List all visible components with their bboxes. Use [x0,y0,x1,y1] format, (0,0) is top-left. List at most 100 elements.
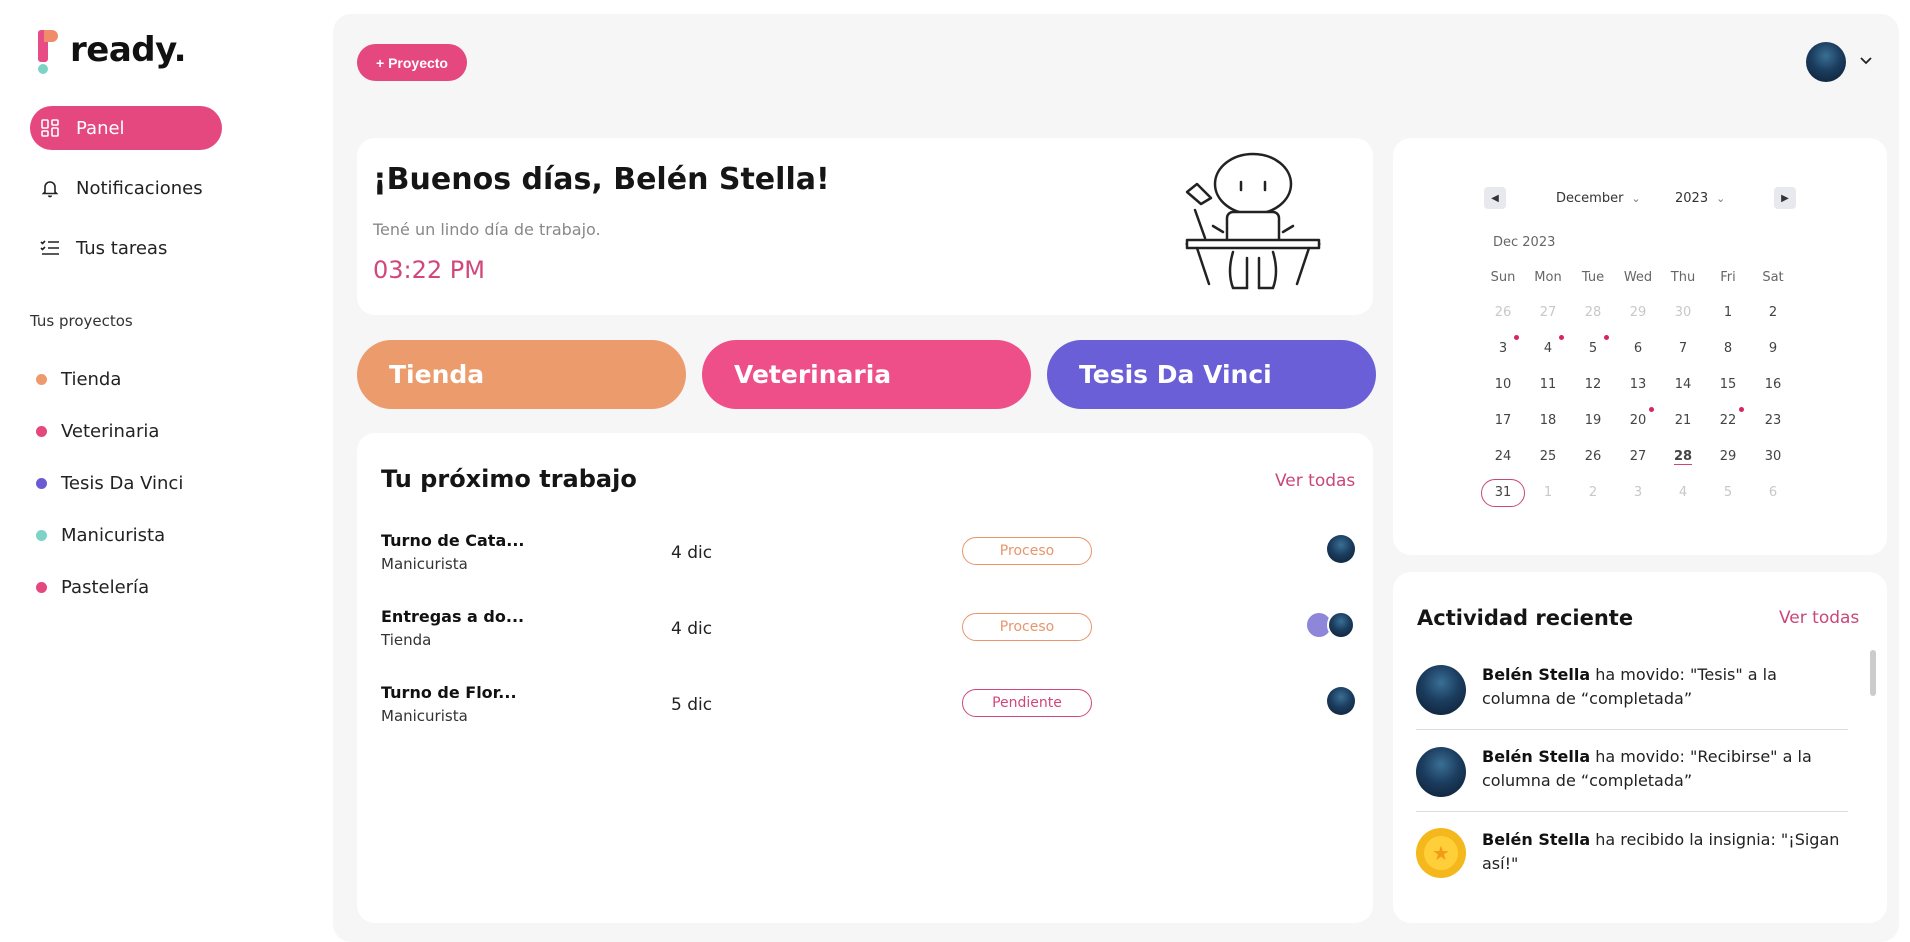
calendar-day[interactable]: 3 [1616,485,1660,500]
calendar-day[interactable]: 6 [1751,485,1795,500]
activity-scrollbar[interactable] [1870,650,1876,696]
calendar-day[interactable]: 19 [1571,413,1615,428]
nav-item-panel[interactable]: Panel [30,106,222,150]
calendar-day[interactable]: 3 [1481,335,1525,356]
task-name: Turno de Flor... [381,683,517,702]
month-select[interactable]: December ⌄ [1556,191,1641,206]
greeting-title: ¡Buenos días, Belén Stella! [373,162,830,197]
calendar-prev-button[interactable]: ◀ [1484,187,1506,209]
sidebar-project-tienda[interactable]: Tienda [36,369,121,390]
calendar-day[interactable]: 5 [1706,485,1750,500]
table-row[interactable]: Entregas a do... Tienda 4 dic Proceso [381,607,1355,667]
caret-left-icon: ◀ [1491,192,1499,204]
calendar-day[interactable]: 30 [1661,305,1705,320]
calendar-day[interactable]: 20 [1616,407,1660,428]
project-label: Manicurista [61,525,166,546]
calendar-day[interactable]: 28 [1661,449,1705,464]
project-pill-tesis[interactable]: Tesis Da Vinci [1047,340,1376,409]
calendar-day[interactable]: 24 [1481,449,1525,464]
calendar-day[interactable]: 27 [1616,449,1660,464]
month-select-value: December [1556,191,1624,206]
next-work-see-all-link[interactable]: Ver todas [1275,471,1355,491]
calendar-day[interactable]: 26 [1481,305,1525,320]
calendar-day[interactable]: 6 [1616,341,1660,356]
calendar-day[interactable]: 12 [1571,377,1615,392]
activity-avatar [1416,747,1466,797]
sidebar-project-veterinaria[interactable]: Veterinaria [36,421,159,442]
activity-item[interactable]: Belén Stella ha movido: "Tesis" a la col… [1416,663,1848,723]
calendar-day[interactable]: 23 [1751,413,1795,428]
project-dot-icon [36,426,47,437]
calendar-day[interactable]: 29 [1616,305,1660,320]
calendar-day[interactable]: 13 [1616,377,1660,392]
nav-item-notificaciones[interactable]: Notificaciones [30,166,222,210]
chevron-down-icon[interactable] [1858,52,1874,72]
calendar-day[interactable]: 25 [1526,449,1570,464]
sidebar-project-manicurista[interactable]: Manicurista [36,525,165,546]
star-icon: ★ [1432,841,1450,865]
calendar-day[interactable]: 30 [1751,449,1795,464]
calendar-day[interactable]: 28 [1571,305,1615,320]
calendar-day[interactable]: 11 [1526,377,1570,392]
weekday-label: Tue [1581,270,1605,285]
sidebar-project-pasteleria[interactable]: Pastelería [36,577,149,598]
desk-illustration-icon [1183,152,1323,300]
activity-item[interactable]: Belén Stella ha movido: "Recibirse" a la… [1416,745,1848,805]
user-avatar[interactable] [1806,42,1846,82]
calendar-day[interactable]: 8 [1706,341,1750,356]
calendar-day[interactable]: 1 [1706,305,1750,320]
calendar-day[interactable]: 26 [1571,449,1615,464]
calendar-day[interactable]: 21 [1661,413,1705,428]
calendar-day-number: 15 [1719,377,1737,392]
calendar-day-number: 14 [1674,377,1692,392]
calendar-day[interactable]: 2 [1751,305,1795,320]
calendar-day-number: 27 [1539,305,1557,320]
calendar-day[interactable]: 4 [1526,335,1570,356]
calendar-day[interactable]: 31 [1481,485,1525,500]
project-dot-icon [36,582,47,593]
table-row[interactable]: Turno de Cata... Manicurista 4 dic Proce… [381,531,1355,591]
calendar-day-number: 20 [1629,413,1647,428]
project-dot-icon [36,530,47,541]
calendar-day[interactable]: 10 [1481,377,1525,392]
calendar-day-number: 21 [1674,413,1692,428]
calendar-day[interactable]: 7 [1661,341,1705,356]
activity-see-all-link[interactable]: Ver todas [1779,608,1859,628]
table-row[interactable]: Turno de Flor... Manicurista 5 dic Pendi… [381,683,1355,743]
year-select[interactable]: 2023 ⌄ [1675,191,1725,206]
nav-item-tareas[interactable]: Tus tareas [30,226,222,270]
activity-item[interactable]: ★ Belén Stella ha recibido la insignia: … [1416,828,1848,888]
year-select-value: 2023 [1675,191,1709,206]
task-date: 5 dic [671,695,713,715]
calendar-day[interactable]: 29 [1706,449,1750,464]
calendar-day[interactable]: 16 [1751,377,1795,392]
project-pill-veterinaria[interactable]: Veterinaria [702,340,1031,409]
weekday-label: Sat [1762,270,1784,285]
calendar-day[interactable]: 4 [1661,485,1705,500]
calendar-day[interactable]: 1 [1526,485,1570,500]
calendar-day-number: 1 [1723,305,1733,320]
calendar-day[interactable]: 18 [1526,413,1570,428]
activity-avatar [1416,665,1466,715]
calendar-day[interactable]: 5 [1571,335,1615,356]
weekday-label: Thu [1670,270,1696,285]
calendar-day-number: 2 [1768,305,1778,320]
calendar-day[interactable]: 27 [1526,305,1570,320]
calendar-next-button[interactable]: ▶ [1774,187,1796,209]
calendar-day[interactable]: 17 [1481,413,1525,428]
calendar-day[interactable]: 9 [1751,341,1795,356]
dashboard-icon [38,116,62,140]
app-logo[interactable]: ready. [36,28,187,74]
calendar-day-number: 6 [1633,341,1643,356]
sidebar-project-tesis[interactable]: Tesis Da Vinci [36,473,183,494]
calendar-day-number: 2 [1588,485,1598,500]
new-project-button[interactable]: + Proyecto [357,44,467,81]
project-pill-tienda[interactable]: Tienda [357,340,686,409]
calendar-day[interactable]: 22 [1706,407,1750,428]
greeting-card: ¡Buenos días, Belén Stella! Tené un lind… [357,138,1373,315]
status-badge: Pendiente [962,689,1092,717]
calendar-day[interactable]: 2 [1571,485,1615,500]
calendar-day[interactable]: 15 [1706,377,1750,392]
status-badge: Proceso [962,613,1092,641]
calendar-day[interactable]: 14 [1661,377,1705,392]
